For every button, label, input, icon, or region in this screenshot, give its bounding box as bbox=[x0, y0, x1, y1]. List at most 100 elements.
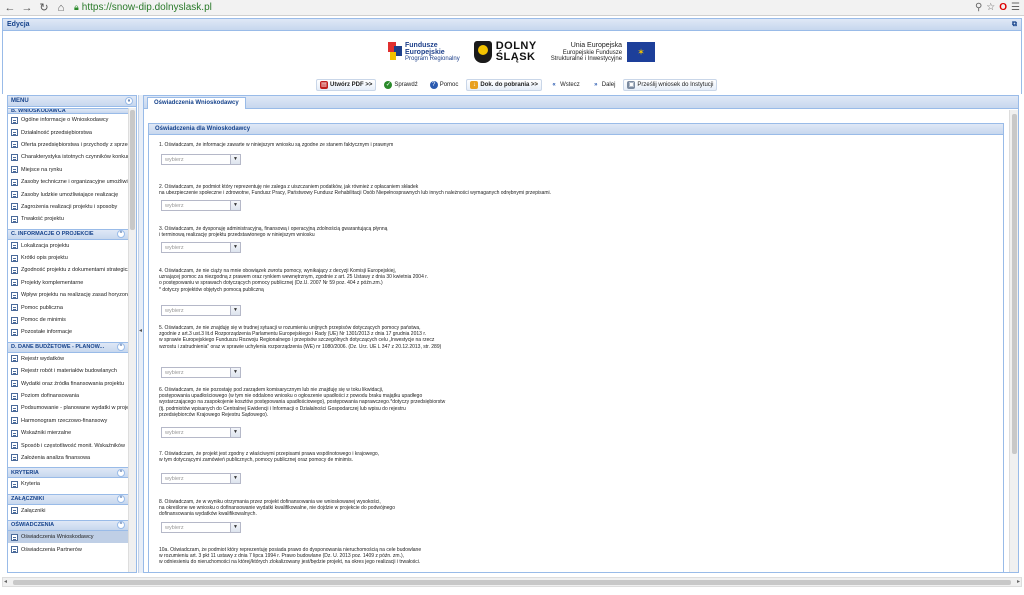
collapse-sidebar-icon[interactable]: « bbox=[125, 97, 133, 105]
statement-select[interactable]: wybierz ▼ bbox=[161, 473, 241, 484]
statement-select[interactable]: wybierz ▼ bbox=[161, 305, 241, 316]
chevron-down-icon[interactable]: ▼ bbox=[230, 428, 240, 437]
address-bar[interactable]: 🔒︎ https://snow-dip.dolnyslask.pl bbox=[74, 2, 975, 13]
sidebar-section-header[interactable]: OŚWIADCZENIA ⌃ bbox=[8, 519, 128, 531]
sidebar-section-header[interactable]: C. INFORMACJE O PROJEKCIE ⌃ bbox=[8, 228, 128, 240]
reload-icon[interactable]: ↻ bbox=[37, 1, 51, 15]
sidebar-item[interactable]: Charakterystyka istotnych czynników konk… bbox=[8, 151, 128, 163]
chevron-down-icon[interactable]: ▼ bbox=[230, 155, 240, 164]
form-icon bbox=[11, 480, 18, 488]
statement-select[interactable]: wybierz ▼ bbox=[161, 200, 241, 211]
sidebar-item[interactable]: Krótki opis projektu bbox=[8, 252, 128, 264]
sidebar-item[interactable]: Pozostałe informacje bbox=[8, 326, 128, 338]
main-scrollbar[interactable] bbox=[1009, 110, 1018, 572]
sidebar-item[interactable]: Kryteria bbox=[8, 478, 128, 490]
chevron-down-icon[interactable]: ▼ bbox=[230, 306, 240, 315]
statement-select[interactable]: wybierz ▼ bbox=[161, 367, 241, 378]
sidebar-item-label: Wydatki oraz źródła finansowania projekt… bbox=[21, 380, 124, 387]
sidebar-item[interactable]: Oświadczenia Partnerów bbox=[8, 543, 128, 555]
sidebar-item[interactable]: Wydatki oraz źródła finansowania projekt… bbox=[8, 377, 128, 389]
statement-select[interactable]: wybierz ▼ bbox=[161, 242, 241, 253]
splitter-arrow-icon[interactable]: ◂ bbox=[139, 327, 142, 334]
sidebar-item-label: Pomoc publiczna bbox=[21, 304, 63, 311]
send-application-button[interactable]: ▣ Prześlij wniosek do Instytucji bbox=[623, 79, 718, 91]
collapse-section-icon[interactable]: ⌃ bbox=[117, 230, 125, 239]
sidebar-item[interactable]: Oświadczenia Wnioskodawcy bbox=[8, 530, 128, 544]
statement-select[interactable]: wybierz ▼ bbox=[161, 154, 241, 165]
collapse-section-icon[interactable]: ⌃ bbox=[117, 521, 125, 530]
sidebar-item[interactable]: Pomoc publiczna bbox=[8, 301, 128, 313]
scroll-left-icon[interactable]: ◂ bbox=[4, 578, 7, 585]
pdf-icon: ▤ bbox=[320, 81, 328, 89]
form-icon bbox=[11, 178, 18, 186]
sidebar-item[interactable]: Zgodność projektu z dokumentami strategi… bbox=[8, 264, 128, 276]
sidebar-item[interactable]: Lokalizacja projektu bbox=[8, 240, 128, 252]
statement-select[interactable]: wybierz ▼ bbox=[161, 522, 241, 533]
star-icon[interactable]: ☆ bbox=[986, 2, 995, 13]
create-pdf-button[interactable]: ▤ Utwórz PDF >> bbox=[316, 79, 377, 91]
chevron-down-icon[interactable]: ▼ bbox=[230, 368, 240, 377]
sidebar-scrollbar[interactable] bbox=[128, 108, 136, 572]
horizontal-scrollbar[interactable]: ◂ ▸ bbox=[2, 577, 1022, 587]
back-button[interactable]: «Wstecz bbox=[546, 79, 584, 91]
fe-logo-line1: Fundusze bbox=[405, 42, 438, 49]
sidebar-section-header[interactable]: KRYTERIA ⌃ bbox=[8, 467, 128, 479]
sidebar-item[interactable]: Wpływ projektu na realizację zasad horyz… bbox=[8, 289, 128, 301]
sidebar-item[interactable]: Wskaźniki mierzalne bbox=[8, 427, 128, 439]
chevron-down-icon[interactable]: ▼ bbox=[230, 474, 240, 483]
url-text[interactable]: https://snow-dip.dolnyslask.pl bbox=[82, 2, 212, 13]
sidebar-item[interactable]: Założenia analiza finansowa bbox=[8, 452, 128, 464]
sidebar-item[interactable]: Pomoc de minimis bbox=[8, 314, 128, 326]
send-icon: ▣ bbox=[627, 81, 636, 89]
next-button[interactable]: » Dalej bbox=[588, 79, 620, 91]
sidebar-item[interactable]: Poziom dofinansowania bbox=[8, 390, 128, 402]
sidebar-item[interactable]: Podsumowanie - planowane wydatki w proje… bbox=[8, 402, 128, 414]
sidebar-item[interactable]: Projekty komplementarne bbox=[8, 277, 128, 289]
sidebar-item[interactable]: Zasoby techniczne i organizacyjne umożli… bbox=[8, 176, 128, 188]
chevron-down-icon[interactable]: ▼ bbox=[230, 201, 240, 210]
sidebar-item[interactable]: Działalność przedsiębiorstwa bbox=[8, 126, 128, 138]
sidebar-item[interactable]: Harmonogram rzeczowo-finansowy bbox=[8, 415, 128, 427]
sidebar-item[interactable]: Ogólne informacje o Wnioskodawcy bbox=[8, 114, 128, 126]
collapse-section-icon[interactable]: ⌃ bbox=[117, 468, 125, 477]
sidebar-section-header[interactable]: ZAŁĄCZNIKI ⌃ bbox=[8, 493, 128, 505]
sidebar-item[interactable]: Zagrożenia realizacji projektu i sposoby bbox=[8, 201, 128, 213]
statement-select[interactable]: wybierz ▼ bbox=[161, 427, 241, 438]
fe-logo-icon bbox=[388, 42, 402, 62]
tab-oswiadczenia-wnioskodawcy[interactable]: Oświadczenia Wnioskodawcy bbox=[147, 97, 246, 109]
home-icon[interactable]: ⌂ bbox=[54, 1, 68, 15]
sidebar-item[interactable]: Załączniki bbox=[8, 505, 128, 517]
tab-strip: Oświadczenia Wnioskodawcy bbox=[144, 96, 1018, 109]
logo-bar: Fundusze Europejskie Program Regionalny … bbox=[388, 41, 656, 63]
sidebar-item[interactable]: Rejestr wydatków bbox=[8, 353, 128, 365]
collapse-section-icon[interactable]: ⌃ bbox=[117, 343, 125, 352]
sidebar-item-label: Pozostałe informacje bbox=[21, 329, 73, 336]
help-button[interactable]: ? Pomoc bbox=[426, 79, 463, 91]
pin-icon[interactable]: ⚲ bbox=[975, 2, 982, 13]
chevron-down-icon[interactable]: ▼ bbox=[230, 523, 240, 532]
scroll-right-icon[interactable]: ▸ bbox=[1017, 578, 1020, 585]
menu-icon[interactable]: ☰ bbox=[1011, 2, 1020, 13]
downloads-button[interactable]: ↓ Dok. do pobrania >> bbox=[466, 79, 543, 91]
sidebar-item[interactable]: Zasoby ludzkie umożliwiające realizację bbox=[8, 188, 128, 200]
form-icon bbox=[11, 266, 18, 274]
sidebar-item[interactable]: Sposób i częstotliwość monit. Wskaźników bbox=[8, 439, 128, 451]
app-titlebar: Edycja ⧉ bbox=[2, 18, 1022, 31]
check-button[interactable]: ✓ Sprawdź bbox=[380, 79, 421, 91]
restore-icon[interactable]: ⧉ bbox=[1012, 21, 1017, 29]
sidebar-item[interactable]: Oferta przedsiębiorstwa i przychody z sp… bbox=[8, 139, 128, 151]
form-icon bbox=[11, 215, 18, 223]
sidebar-title: MENU bbox=[11, 98, 29, 104]
sidebar-item[interactable]: Trwałość projektu bbox=[8, 213, 128, 225]
forward-arrow-icon[interactable]: → bbox=[20, 1, 34, 15]
sidebar-item-label: Rejestr wydatków bbox=[21, 355, 65, 362]
double-chevron-right-icon: » bbox=[594, 82, 598, 88]
form-icon bbox=[11, 404, 18, 412]
collapse-section-icon[interactable]: ⌃ bbox=[117, 495, 125, 504]
opera-icon[interactable]: O bbox=[999, 2, 1007, 13]
sidebar-item[interactable]: Rejestr robót i materiałów budowlanych bbox=[8, 365, 128, 377]
sidebar-item[interactable]: Miejsce na rynku bbox=[8, 164, 128, 176]
back-arrow-icon[interactable]: ← bbox=[3, 1, 17, 15]
sidebar-section-header[interactable]: D. DANE BUDŻETOWE - PLANOW... ⌃ bbox=[8, 341, 128, 353]
chevron-down-icon[interactable]: ▼ bbox=[230, 243, 240, 252]
